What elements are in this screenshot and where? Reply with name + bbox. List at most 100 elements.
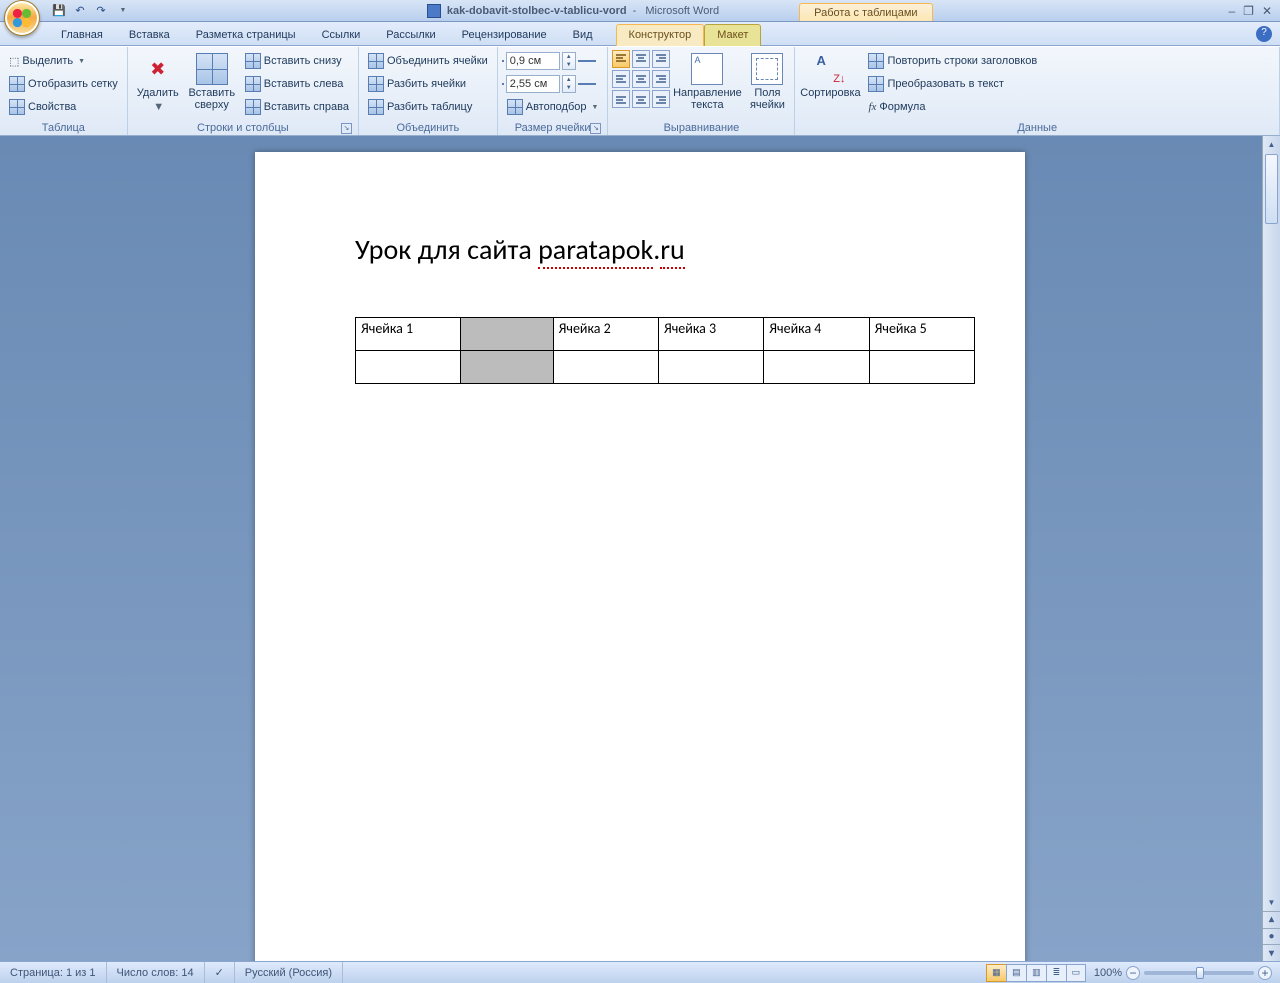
table-cell[interactable]: Ячейка 4 [764, 318, 869, 351]
tab-pagelayout[interactable]: Разметка страницы [183, 24, 309, 46]
insert-left-button[interactable]: Вставить слева [240, 73, 354, 95]
close-button[interactable]: ✕ [1262, 4, 1272, 18]
show-gridlines-button[interactable]: Отобразить сетку [4, 73, 123, 95]
align-bot-center[interactable] [632, 90, 650, 108]
split-icon [368, 76, 384, 92]
table-cell[interactable] [658, 351, 763, 384]
table-cell[interactable] [869, 351, 974, 384]
align-top-right[interactable] [652, 50, 670, 68]
table-cell[interactable]: Ячейка 3 [658, 318, 763, 351]
tab-view[interactable]: Вид [560, 24, 606, 46]
col-width-spinner[interactable]: ▲▼ [562, 75, 576, 93]
status-proofing[interactable]: ✓ [205, 962, 235, 983]
repeat-header-rows-button[interactable]: Повторить строки заголовков [863, 50, 1042, 72]
delete-button[interactable]: Удалить▼ [132, 50, 184, 116]
group-merge-caption: Объединить [363, 121, 493, 135]
zoom-slider[interactable] [1144, 971, 1254, 975]
next-page-icon[interactable]: ▾ [1263, 944, 1280, 961]
align-bot-left[interactable] [612, 90, 630, 108]
table-row[interactable]: Ячейка 1 Ячейка 2 Ячейка 3 Ячейка 4 Ячей… [356, 318, 975, 351]
zoom-knob[interactable] [1196, 967, 1204, 979]
proofing-icon: ✓ [215, 966, 224, 979]
insert-left-icon [245, 76, 261, 92]
qat-undo-icon[interactable]: ↶ [71, 2, 89, 20]
cell-margins-button[interactable]: Поля ячейки [744, 50, 790, 116]
vertical-scrollbar[interactable]: ▲ ▼ ▴ ● ▾ [1262, 136, 1280, 961]
view-full-reading[interactable]: ▤ [1006, 964, 1026, 982]
sort-button[interactable]: Сортировка [799, 50, 861, 116]
tab-review[interactable]: Рецензирование [449, 24, 560, 46]
view-draft[interactable]: ▭ [1066, 964, 1086, 982]
help-button[interactable]: ? [1256, 26, 1272, 42]
convert-icon [868, 76, 884, 92]
status-language[interactable]: Русский (Россия) [235, 962, 343, 983]
convert-to-text-button[interactable]: Преобразовать в текст [863, 73, 1042, 95]
align-top-center[interactable] [632, 50, 650, 68]
prev-page-icon[interactable]: ▴ [1263, 911, 1280, 928]
tab-references[interactable]: Ссылки [309, 24, 374, 46]
status-page[interactable]: Страница: 1 из 1 [0, 962, 107, 983]
group-cell-size: ▲▼ ▲▼ Автоподбор▼ Размер ячейки↘ [498, 47, 609, 135]
table-cell[interactable]: Ячейка 1 [356, 318, 461, 351]
align-mid-center[interactable] [632, 70, 650, 88]
table-row[interactable] [356, 351, 975, 384]
align-top-left[interactable] [612, 50, 630, 68]
qat-redo-icon[interactable]: ↷ [92, 2, 110, 20]
table-cell[interactable]: Ячейка 2 [553, 318, 658, 351]
table-cell-selected[interactable] [461, 318, 553, 351]
cell-size-dialog-launcher[interactable]: ↘ [590, 123, 601, 134]
scroll-thumb[interactable] [1265, 154, 1278, 224]
split-table-button[interactable]: Разбить таблицу [363, 96, 493, 118]
qat-customize-icon[interactable]: ▼ [113, 2, 131, 20]
table-cell[interactable] [764, 351, 869, 384]
tab-layout[interactable]: Макет [704, 24, 761, 46]
browse-object-icon[interactable]: ● [1263, 928, 1280, 945]
rows-cols-dialog-launcher[interactable]: ↘ [341, 123, 352, 134]
text-direction-button[interactable]: Направление текста [672, 50, 742, 116]
distribute-rows-icon[interactable] [578, 60, 596, 62]
zoom-value[interactable]: 100% [1094, 967, 1122, 979]
row-height-spinner[interactable]: ▲▼ [562, 52, 576, 70]
table-cell[interactable] [553, 351, 658, 384]
restore-button[interactable]: ❐ [1243, 4, 1254, 18]
tab-design[interactable]: Конструктор [616, 24, 705, 46]
autofit-button[interactable]: Автоподбор▼ [502, 96, 604, 118]
align-bot-right[interactable] [652, 90, 670, 108]
insert-right-button[interactable]: Вставить справа [240, 96, 354, 118]
tab-insert[interactable]: Вставка [116, 24, 183, 46]
scroll-up-icon[interactable]: ▲ [1263, 136, 1280, 153]
table-cell[interactable] [356, 351, 461, 384]
office-button[interactable] [4, 0, 40, 36]
workspace: Урок для сайта paratapok.ru Ячейка 1 Яче… [0, 136, 1280, 961]
view-print-layout[interactable]: ▦ [986, 964, 1006, 982]
tab-mailings[interactable]: Рассылки [373, 24, 448, 46]
row-height-input[interactable] [506, 52, 560, 70]
table-cell-selected[interactable] [461, 351, 553, 384]
minimize-button[interactable]: – [1228, 4, 1235, 18]
col-width-input[interactable] [506, 75, 560, 93]
view-outline[interactable]: ≣ [1046, 964, 1066, 982]
align-mid-right[interactable] [652, 70, 670, 88]
formula-button[interactable]: fxФормула [863, 96, 1042, 118]
insert-above-button[interactable]: Вставить сверху [186, 50, 238, 116]
distribute-cols-icon[interactable] [578, 83, 596, 85]
status-words[interactable]: Число слов: 14 [107, 962, 205, 983]
zoom-out-button[interactable]: − [1126, 966, 1140, 980]
align-mid-left[interactable] [612, 70, 630, 88]
insert-below-button[interactable]: Вставить снизу [240, 50, 354, 72]
select-button[interactable]: ⬚Выделить▼ [4, 50, 123, 72]
page-scroll[interactable]: Урок для сайта paratapok.ru Ячейка 1 Яче… [0, 136, 1280, 961]
qat-save-icon[interactable]: 💾 [50, 2, 68, 20]
ribbon: ⬚Выделить▼ Отобразить сетку Свойства Таб… [0, 46, 1280, 136]
tab-home[interactable]: Главная [48, 24, 116, 46]
zoom-in-button[interactable]: + [1258, 966, 1272, 980]
document-table[interactable]: Ячейка 1 Ячейка 2 Ячейка 3 Ячейка 4 Ячей… [355, 317, 975, 384]
view-buttons: ▦ ▤ ▥ ≣ ▭ [986, 962, 1086, 983]
document-heading[interactable]: Урок для сайта paratapok.ru [355, 232, 925, 267]
split-cells-button[interactable]: Разбить ячейки [363, 73, 493, 95]
merge-cells-button[interactable]: Объединить ячейки [363, 50, 493, 72]
view-web-layout[interactable]: ▥ [1026, 964, 1046, 982]
properties-button[interactable]: Свойства [4, 96, 123, 118]
table-cell[interactable]: Ячейка 5 [869, 318, 974, 351]
scroll-down-icon[interactable]: ▼ [1263, 894, 1280, 911]
